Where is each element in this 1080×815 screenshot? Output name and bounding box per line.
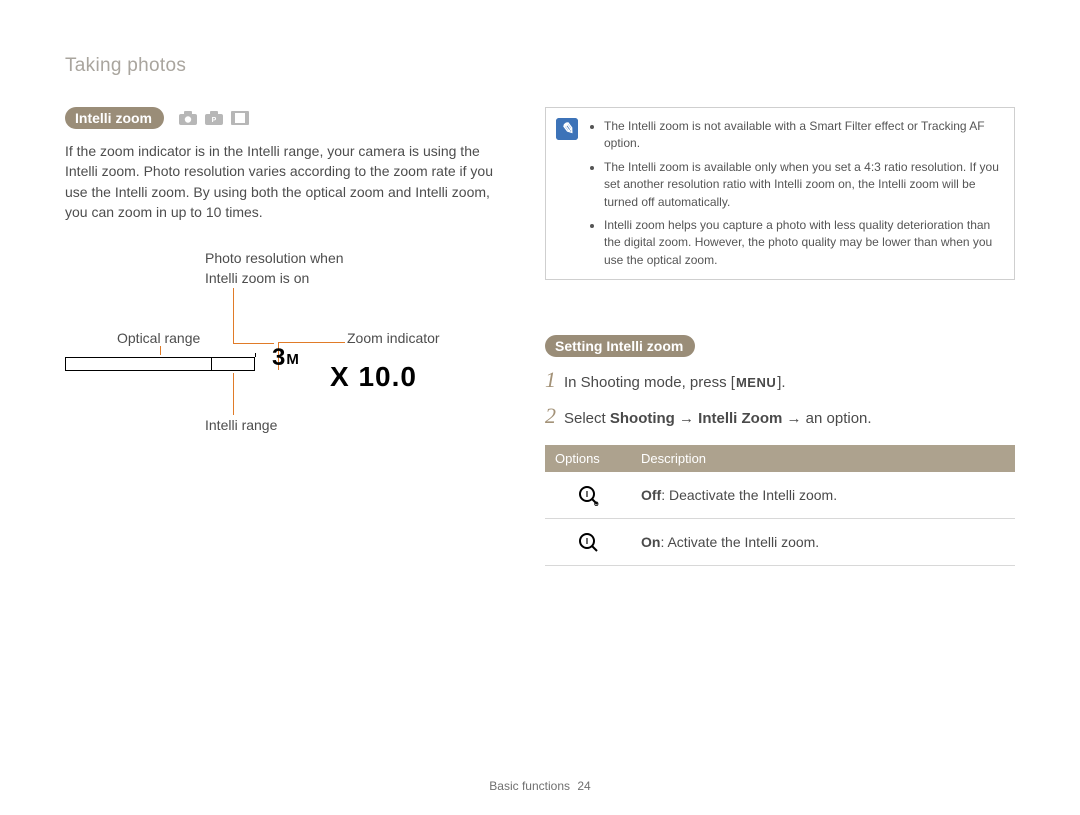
right-column: ✎ The Intelli zoom is not available with…: [545, 107, 1015, 566]
footer-page-number: 24: [577, 779, 590, 793]
intelli-range-label: Intelli range: [205, 417, 277, 433]
svg-text:I: I: [586, 537, 588, 546]
photo-resolution-label-line2: Intelli zoom is on: [205, 270, 309, 286]
note-item: The Intelli zoom is not available with a…: [604, 118, 1002, 153]
menu-button-label: MENU: [735, 375, 777, 390]
intelli-zoom-heading-pill: Intelli zoom: [65, 107, 164, 129]
zoom-indicator-label: Zoom indicator: [347, 330, 440, 346]
step-item: 2 Select Shooting → Intelli Zoom → an op…: [545, 405, 1015, 427]
step-number: 2: [545, 405, 556, 427]
page-footer: Basic functions 24: [0, 779, 1080, 793]
optical-range-label: Optical range: [117, 330, 200, 346]
step-text: Select Shooting → Intelli Zoom → an opti…: [564, 410, 872, 427]
svg-text:OFF: OFF: [594, 502, 599, 506]
zoom-bar-optical-segment: [66, 358, 212, 370]
note-item: Intelli zoom helps you capture a photo w…: [604, 217, 1002, 269]
footer-section-label: Basic functions: [489, 779, 570, 793]
zoom-factor-text: X 10.0: [330, 361, 417, 393]
option-description: On: Activate the Intelli zoom.: [631, 519, 1015, 566]
left-column: Intelli zoom P If the zoom indicator is …: [65, 107, 510, 566]
options-table-row: I On: Activate the Intelli zoom.: [545, 519, 1015, 566]
page: Taking photos Intelli zoom P If the zoom…: [0, 0, 1080, 815]
heading-row: Intelli zoom P: [65, 107, 510, 129]
note-box: ✎ The Intelli zoom is not available with…: [545, 107, 1015, 280]
step-item: 1 In Shooting mode, press [MENU].: [545, 369, 1015, 391]
options-table-header-options: Options: [545, 445, 631, 472]
section-header: Taking photos: [65, 55, 1020, 77]
camera-smart-icon: [178, 110, 198, 126]
note-list: The Intelli zoom is not available with a…: [590, 118, 1002, 269]
options-table: Options Description I OFF Off: Deactivate…: [545, 445, 1015, 566]
svg-text:P: P: [212, 117, 217, 124]
callout-line: [160, 346, 161, 355]
options-table-header-description: Description: [631, 445, 1015, 472]
callout-line: [233, 288, 234, 343]
options-table-row: I OFF Off: Deactivate the Intelli zoom.: [545, 472, 1015, 519]
mode-icons: P: [178, 110, 250, 126]
setting-intelli-zoom-pill: Setting Intelli zoom: [545, 335, 695, 357]
svg-text:I: I: [586, 490, 588, 499]
callout-line: [233, 343, 274, 344]
callout-line: [233, 373, 234, 415]
svg-text:✎: ✎: [560, 121, 573, 138]
photo-resolution-label-line1: Photo resolution when: [205, 250, 344, 266]
zoom-bar-intelli-segment: [212, 358, 254, 370]
columns: Intelli zoom P If the zoom indicator is …: [65, 107, 1020, 566]
step-list: 1 In Shooting mode, press [MENU]. 2 Sele…: [545, 369, 1015, 427]
option-description: Off: Deactivate the Intelli zoom.: [631, 472, 1015, 519]
intelli-zoom-off-icon: I OFF: [577, 484, 599, 506]
callout-line: [278, 342, 345, 343]
note-item: The Intelli zoom is available only when …: [604, 159, 1002, 211]
step-number: 1: [545, 369, 556, 391]
intelli-zoom-paragraph: If the zoom indicator is in the Intelli …: [65, 141, 510, 222]
zoom-bar-tick: [255, 353, 256, 357]
setting-heading-row: Setting Intelli zoom: [545, 335, 1015, 357]
step-text: In Shooting mode, press [MENU].: [564, 374, 786, 391]
intelli-zoom-on-icon: I: [577, 531, 599, 553]
zoom-bar: [65, 357, 255, 371]
zoom-diagram: Photo resolution when Intelli zoom is on…: [65, 242, 495, 442]
zoom-resolution-text: 3M: [272, 344, 300, 372]
camera-program-icon: P: [204, 110, 224, 126]
scene-mode-icon: [230, 110, 250, 126]
note-info-icon: ✎: [556, 118, 578, 140]
